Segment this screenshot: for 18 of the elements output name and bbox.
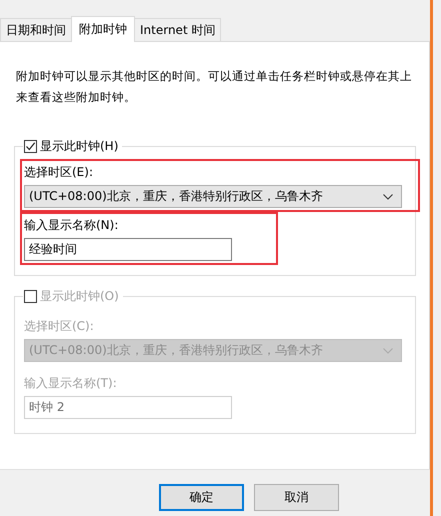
ok-button[interactable]: 确定 <box>159 484 244 510</box>
name-input-field[interactable]: 经验时间 <box>24 238 232 261</box>
chevron-icon <box>383 194 393 200</box>
field-label: 选择时区(C): <box>24 318 94 335</box>
tab[interactable]: 附加时钟 <box>71 16 135 42</box>
checkbox[interactable] <box>24 290 37 303</box>
field-label: 选择时区(E): <box>24 164 93 181</box>
tab[interactable]: 日期和时间 <box>0 18 72 41</box>
timezone-dropdown[interactable]: (UTC+08:00)北京，重庆，香港特别行政区，乌鲁木齐 <box>24 185 402 208</box>
name-input-field[interactable]: 时钟 2 <box>24 396 232 419</box>
cancel-button[interactable]: 取消 <box>254 484 339 510</box>
tab[interactable]: Internet 时间 <box>134 18 222 41</box>
checkbox-label[interactable]: 显示此时钟(H) <box>40 138 118 155</box>
field-label: 输入显示名称(N): <box>24 217 118 234</box>
field-label: 输入显示名称(T): <box>24 375 117 392</box>
description-text: 附加时钟可以显示其他时区的时间。可以通过单击任务栏时钟或悬停在其上来查看这些附加时钟。 <box>16 68 413 106</box>
checkbox[interactable] <box>24 140 37 153</box>
chevron-icon <box>383 348 393 354</box>
